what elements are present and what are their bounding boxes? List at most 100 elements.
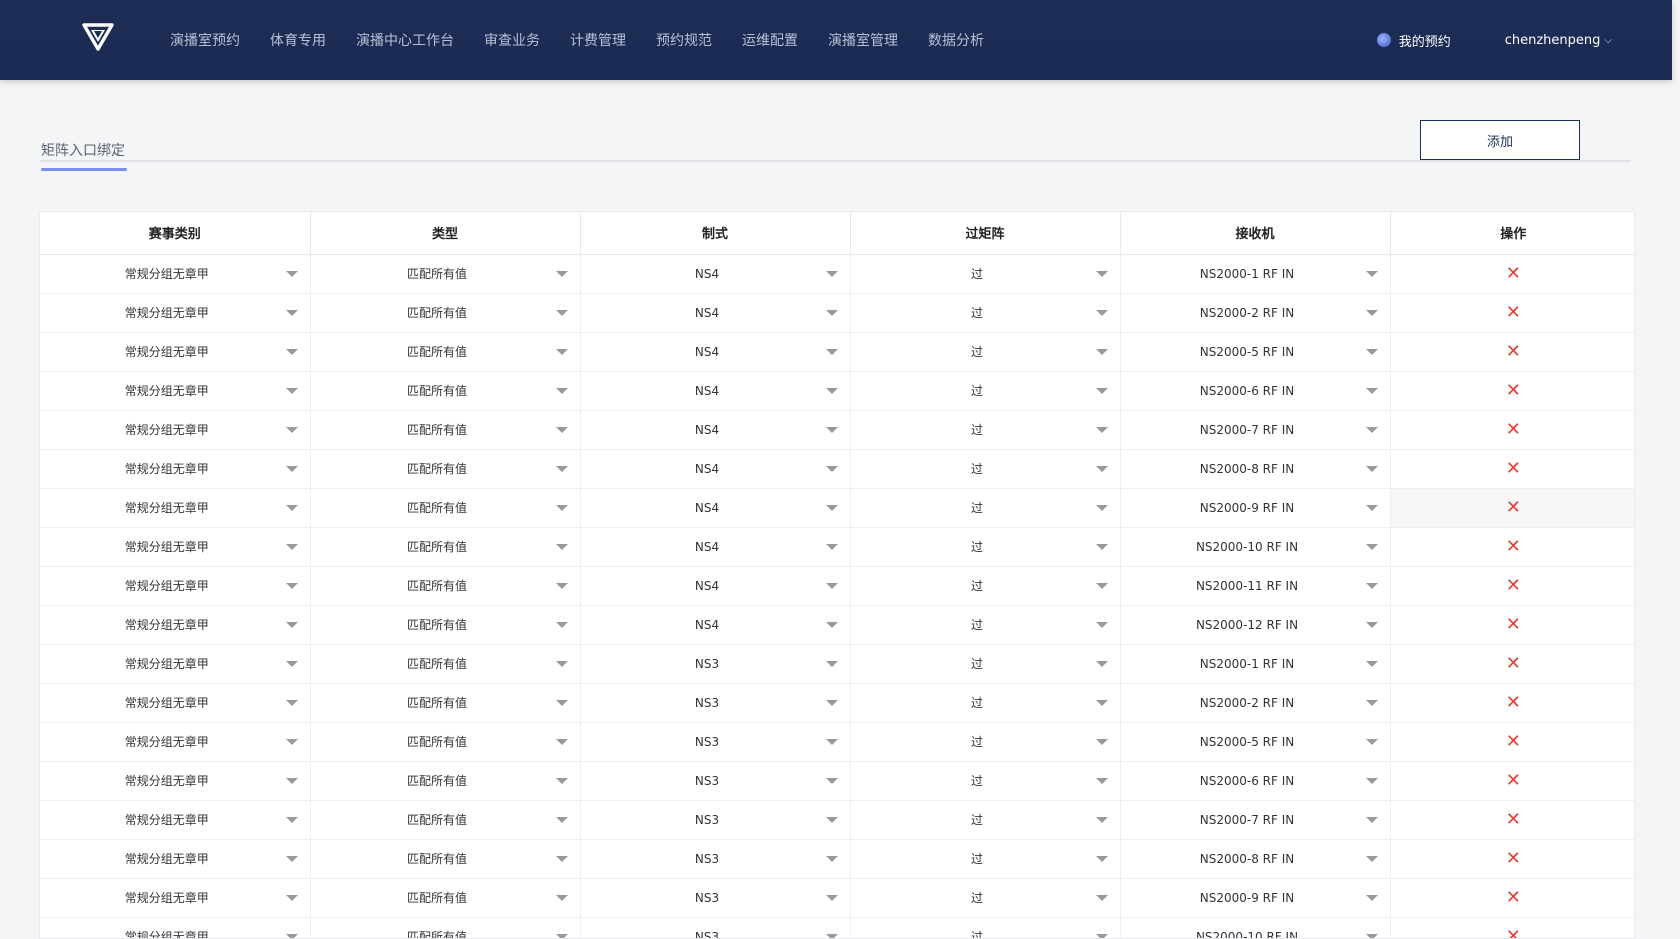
receiver-select[interactable]: NS2000-12 RF IN <box>1121 606 1390 644</box>
receiver-select[interactable]: NS2000-10 RF IN <box>1121 528 1390 566</box>
receiver-select[interactable]: NS2000-2 RF IN <box>1121 684 1390 722</box>
delete-row-icon[interactable]: ✕ <box>1506 879 1521 917</box>
receiver-select[interactable]: NS2000-11 RF IN <box>1121 567 1390 605</box>
matrix-select[interactable]: 过 <box>851 450 1120 488</box>
delete-row-icon[interactable]: ✕ <box>1506 255 1521 293</box>
type-select[interactable]: 匹配所有值 <box>311 489 580 527</box>
category-select[interactable]: 常规分组无章甲 <box>40 255 310 293</box>
matrix-select[interactable]: 过 <box>851 333 1120 371</box>
matrix-select[interactable]: 过 <box>851 801 1120 839</box>
delete-row-icon[interactable]: ✕ <box>1506 333 1521 371</box>
matrix-select[interactable]: 过 <box>851 411 1120 449</box>
receiver-select[interactable]: NS2000-2 RF IN <box>1121 294 1390 332</box>
delete-row-icon[interactable]: ✕ <box>1506 606 1521 644</box>
delete-row-icon[interactable]: ✕ <box>1506 762 1521 800</box>
format-select[interactable]: NS4 <box>581 333 850 371</box>
matrix-select[interactable]: 过 <box>851 684 1120 722</box>
format-select[interactable]: NS4 <box>581 255 850 293</box>
format-select[interactable]: NS4 <box>581 372 850 410</box>
type-select[interactable]: 匹配所有值 <box>311 372 580 410</box>
receiver-select[interactable]: NS2000-10 RF IN <box>1121 918 1390 938</box>
receiver-select[interactable]: NS2000-6 RF IN <box>1121 762 1390 800</box>
delete-row-icon[interactable]: ✕ <box>1506 528 1521 566</box>
delete-row-icon[interactable]: ✕ <box>1506 645 1521 683</box>
matrix-select[interactable]: 过 <box>851 567 1120 605</box>
receiver-select[interactable]: NS2000-9 RF IN <box>1121 879 1390 917</box>
category-select[interactable]: 常规分组无章甲 <box>40 762 310 800</box>
format-select[interactable]: NS3 <box>581 879 850 917</box>
user-menu[interactable]: chenzhenpeng ⌵ <box>1505 33 1612 48</box>
nav-item-studio-management[interactable]: 演播室管理 <box>828 30 898 50</box>
format-select[interactable]: NS3 <box>581 840 850 878</box>
nav-item-ops-config[interactable]: 运维配置 <box>742 30 798 50</box>
category-select[interactable]: 常规分组无章甲 <box>40 645 310 683</box>
matrix-select[interactable]: 过 <box>851 372 1120 410</box>
category-select[interactable]: 常规分组无章甲 <box>40 450 310 488</box>
add-button[interactable]: 添加 <box>1420 120 1580 160</box>
matrix-select[interactable]: 过 <box>851 606 1120 644</box>
matrix-select[interactable]: 过 <box>851 489 1120 527</box>
delete-row-icon[interactable]: ✕ <box>1506 723 1521 761</box>
type-select[interactable]: 匹配所有值 <box>311 879 580 917</box>
type-select[interactable]: 匹配所有值 <box>311 762 580 800</box>
format-select[interactable]: NS4 <box>581 489 850 527</box>
matrix-select[interactable]: 过 <box>851 723 1120 761</box>
nav-item-studio-booking[interactable]: 演播室预约 <box>170 30 240 50</box>
receiver-select[interactable]: NS2000-7 RF IN <box>1121 801 1390 839</box>
format-select[interactable]: NS4 <box>581 450 850 488</box>
type-select[interactable]: 匹配所有值 <box>311 567 580 605</box>
nav-item-review[interactable]: 审查业务 <box>484 30 540 50</box>
category-select[interactable]: 常规分组无章甲 <box>40 294 310 332</box>
matrix-select[interactable]: 过 <box>851 879 1120 917</box>
type-select[interactable]: 匹配所有值 <box>311 840 580 878</box>
format-select[interactable]: NS3 <box>581 762 850 800</box>
type-select[interactable]: 匹配所有值 <box>311 528 580 566</box>
nav-item-data-analysis[interactable]: 数据分析 <box>928 30 984 50</box>
receiver-select[interactable]: NS2000-8 RF IN <box>1121 840 1390 878</box>
matrix-select[interactable]: 过 <box>851 645 1120 683</box>
category-select[interactable]: 常规分组无章甲 <box>40 606 310 644</box>
category-select[interactable]: 常规分组无章甲 <box>40 801 310 839</box>
format-select[interactable]: NS4 <box>581 567 850 605</box>
delete-row-icon[interactable]: ✕ <box>1506 372 1521 410</box>
delete-row-icon[interactable]: ✕ <box>1506 450 1521 488</box>
receiver-select[interactable]: NS2000-6 RF IN <box>1121 372 1390 410</box>
delete-row-icon[interactable]: ✕ <box>1506 567 1521 605</box>
type-select[interactable]: 匹配所有值 <box>311 723 580 761</box>
format-select[interactable]: NS4 <box>581 528 850 566</box>
matrix-select[interactable]: 过 <box>851 840 1120 878</box>
type-select[interactable]: 匹配所有值 <box>311 411 580 449</box>
category-select[interactable]: 常规分组无章甲 <box>40 411 310 449</box>
delete-row-icon[interactable]: ✕ <box>1506 840 1521 878</box>
category-select[interactable]: 常规分组无章甲 <box>40 372 310 410</box>
logo-icon[interactable] <box>82 22 114 52</box>
format-select[interactable]: NS4 <box>581 606 850 644</box>
receiver-select[interactable]: NS2000-1 RF IN <box>1121 255 1390 293</box>
category-select[interactable]: 常规分组无章甲 <box>40 879 310 917</box>
type-select[interactable]: 匹配所有值 <box>311 333 580 371</box>
matrix-select[interactable]: 过 <box>851 762 1120 800</box>
category-select[interactable]: 常规分组无章甲 <box>40 684 310 722</box>
category-select[interactable]: 常规分组无章甲 <box>40 333 310 371</box>
delete-row-icon[interactable]: ✕ <box>1506 294 1521 332</box>
receiver-select[interactable]: NS2000-9 RF IN <box>1121 489 1390 527</box>
receiver-select[interactable]: NS2000-5 RF IN <box>1121 723 1390 761</box>
format-select[interactable]: NS3 <box>581 918 850 938</box>
type-select[interactable]: 匹配所有值 <box>311 645 580 683</box>
matrix-select[interactable]: 过 <box>851 294 1120 332</box>
category-select[interactable]: 常规分组无章甲 <box>40 528 310 566</box>
delete-row-icon[interactable]: ✕ <box>1506 489 1521 527</box>
format-select[interactable]: NS3 <box>581 801 850 839</box>
receiver-select[interactable]: NS2000-5 RF IN <box>1121 333 1390 371</box>
tab-matrix-binding[interactable]: 矩阵入口绑定 <box>41 140 125 160</box>
my-booking-link[interactable]: 我的预约 <box>1376 31 1451 50</box>
format-select[interactable]: NS3 <box>581 684 850 722</box>
matrix-select[interactable]: 过 <box>851 255 1120 293</box>
delete-row-icon[interactable]: ✕ <box>1506 411 1521 449</box>
delete-row-icon[interactable]: ✕ <box>1506 684 1521 722</box>
format-select[interactable]: NS3 <box>581 723 850 761</box>
type-select[interactable]: 匹配所有值 <box>311 801 580 839</box>
nav-item-billing[interactable]: 计费管理 <box>570 30 626 50</box>
category-select[interactable]: 常规分组无章甲 <box>40 567 310 605</box>
matrix-select[interactable]: 过 <box>851 528 1120 566</box>
